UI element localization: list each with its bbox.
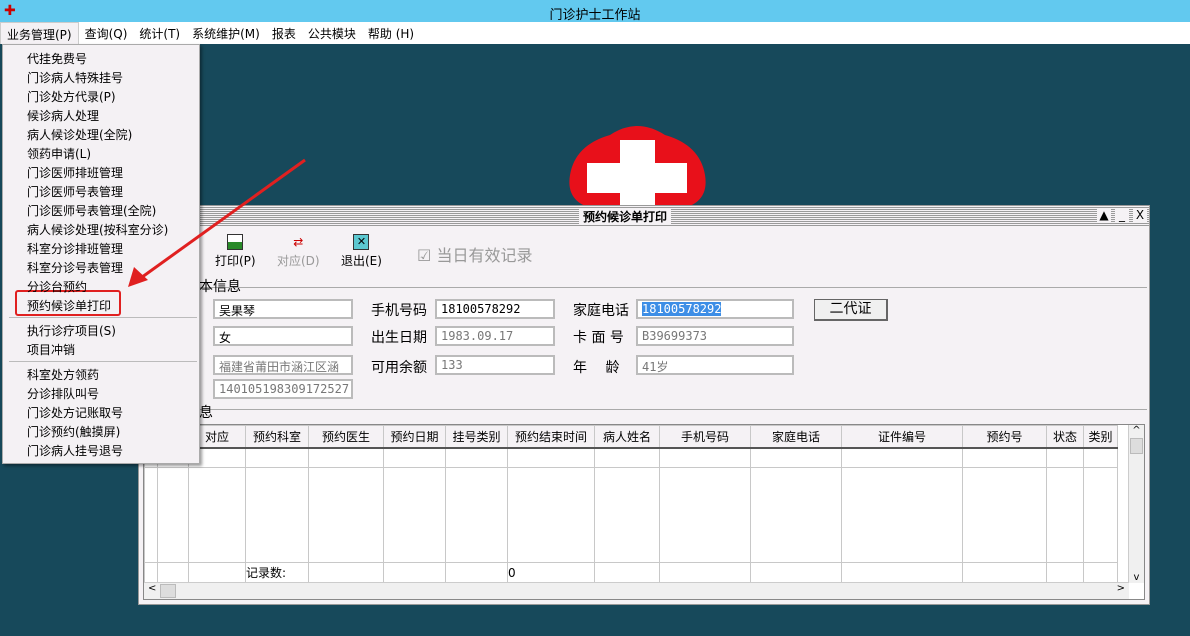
menu-item-0[interactable]: 业务管理(P) [0, 22, 79, 44]
column-header[interactable]: 挂号类别 [445, 425, 508, 449]
table-header-row: 对应 预约科室 预约医生 预约日期 挂号类别 预约结束时间 病人姓名 手机号码 家庭电话 证件编号… [144, 425, 1118, 449]
home-phone-field[interactable]: 18100578292 [636, 299, 794, 319]
menu-separator [9, 317, 197, 318]
column-header[interactable]: 预约科室 [245, 425, 309, 449]
home-phone-label: 家庭电话 [573, 303, 629, 319]
menu-item-6[interactable]: 帮助 (H) [362, 22, 420, 44]
dropdown-item[interactable]: 科室处方领药 [27, 366, 99, 383]
dropdown-item[interactable]: 科室分诊号表管理 [27, 259, 123, 276]
birth-date-field[interactable]: 1983.09.17 [435, 326, 555, 346]
restore-button[interactable]: ▲ [1097, 208, 1111, 222]
balance-field[interactable]: 133 [435, 355, 555, 375]
dropdown-item[interactable]: 执行诊疗项目(S) [27, 322, 116, 339]
red-cross-logo [569, 126, 706, 210]
exit-label: 退出(E) [341, 254, 382, 268]
dropdown-item[interactable]: 分诊排队叫号 [27, 385, 99, 402]
column-header[interactable]: 预约日期 [383, 425, 446, 449]
column-header[interactable]: 类别 [1083, 425, 1118, 449]
dropdown-item[interactable]: 代挂免费号 [27, 50, 87, 67]
dropdown-item[interactable]: 分诊台预约 [27, 278, 87, 295]
card-label: 卡 面 号 [573, 330, 624, 346]
dropdown-item[interactable]: 门诊医师排班管理 [27, 164, 123, 181]
table-row[interactable] [144, 447, 1118, 468]
menu-item-4[interactable]: 报表 [266, 22, 302, 44]
column-header[interactable]: 手机号码 [659, 425, 751, 449]
dropdown-item[interactable]: 门诊医师号表管理 [27, 183, 123, 200]
menu-separator [9, 361, 197, 362]
dropdown-item[interactable]: 门诊病人特殊挂号 [27, 69, 123, 86]
divider [189, 409, 1147, 410]
vertical-scrollbar[interactable]: ^ v [1128, 425, 1144, 583]
minimize-button[interactable]: _ [1115, 208, 1129, 222]
balance-label: 可用余额 [371, 360, 427, 376]
age-field[interactable]: 41岁 [636, 355, 794, 375]
divider [189, 287, 1147, 288]
dropdown-item[interactable]: 科室分诊排班管理 [27, 240, 123, 257]
table-row[interactable] [144, 467, 1118, 563]
dropdown-item[interactable]: 项目冲销 [27, 341, 75, 358]
dropdown-item[interactable]: 预约候诊单打印 [27, 297, 111, 314]
gender-field[interactable]: 女 [213, 326, 353, 346]
app-title: 门诊护士工作站 [549, 8, 641, 23]
birth-label: 出生日期 [371, 330, 427, 346]
dropdown-item[interactable]: 候诊病人处理 [27, 107, 99, 124]
exit-button[interactable]: ✕ 退出(E) [341, 234, 382, 269]
app-title-bar: ✚ 门诊护士工作站 [0, 0, 1190, 23]
address-field[interactable]: 福建省莆田市涵江区涵 [213, 355, 353, 375]
table-grid: 对应 预约科室 预约医生 预约日期 挂号类别 预约结束时间 病人姓名 手机号码 家庭电话 证件编号… [144, 425, 1118, 583]
valid-today-checkbox[interactable]: ☑ 当日有效记录 [417, 242, 532, 266]
menu-bar: 业务管理(P) 查询(Q) 统计(T) 系统维护(M) 报表 公共模块 帮助 (H) [0, 22, 1190, 44]
close-button[interactable]: X [1133, 208, 1147, 222]
mobile-field[interactable]: 18100578292 [435, 299, 555, 319]
menu-item-1[interactable]: 查询(Q) [79, 22, 134, 44]
dropdown-item[interactable]: 病人候诊处理(全院) [27, 126, 132, 143]
valid-today-label: 当日有效记录 [436, 246, 533, 265]
menu-item-5[interactable]: 公共模块 [302, 22, 362, 44]
card-number-field[interactable]: B39699373 [636, 326, 794, 346]
appointment-table[interactable]: 对应 预约科室 预约医生 预约日期 挂号类别 预约结束时间 病人姓名 手机号码 家庭电话 证件编号… [143, 424, 1145, 600]
dropdown-item[interactable]: 门诊处方代录(P) [27, 88, 116, 105]
exit-icon: ✕ [353, 234, 370, 250]
column-header[interactable]: 证件编号 [841, 425, 963, 449]
menu-item-2[interactable]: 统计(T) [133, 22, 186, 44]
name-field[interactable]: 吴果琴 [213, 299, 353, 319]
column-header[interactable]: 病人姓名 [594, 425, 660, 449]
column-header[interactable]: 预约医生 [308, 425, 384, 449]
dropdown-item[interactable]: 门诊病人挂号退号 [27, 442, 123, 459]
column-header[interactable]: 家庭电话 [750, 425, 842, 449]
column-header[interactable]: 预约号 [962, 425, 1047, 449]
id-card-button[interactable]: 二代证 [814, 299, 888, 321]
table-footer-row: 记录数: 0 [144, 562, 1118, 583]
horizontal-scrollbar[interactable]: < > [144, 582, 1129, 599]
record-count-label: 记录数: [245, 562, 309, 583]
menu-item-3[interactable]: 系统维护(M) [186, 22, 266, 44]
id-number-field[interactable]: 140105198309172527 [213, 379, 353, 399]
column-header[interactable]: 预约结束时间 [507, 425, 595, 449]
checkbox-icon: ☑ [417, 246, 432, 265]
list-group-label: 息 [199, 405, 213, 421]
mobile-label: 手机号码 [371, 303, 427, 319]
window-title: 预约候诊单打印 [579, 208, 672, 225]
dropdown-item[interactable]: 门诊处方记账取号 [27, 404, 123, 421]
age-label: 年 龄 [573, 360, 620, 376]
record-count-value: 0 [507, 562, 595, 583]
dropdown-item[interactable]: 领药申请(L) [27, 145, 91, 162]
red-arrow-annotation [128, 158, 306, 287]
dropdown-item[interactable]: 门诊预约(触摸屏) [27, 423, 120, 440]
home-phone-value: 18100578292 [642, 302, 722, 316]
column-header[interactable]: 状态 [1046, 425, 1084, 449]
